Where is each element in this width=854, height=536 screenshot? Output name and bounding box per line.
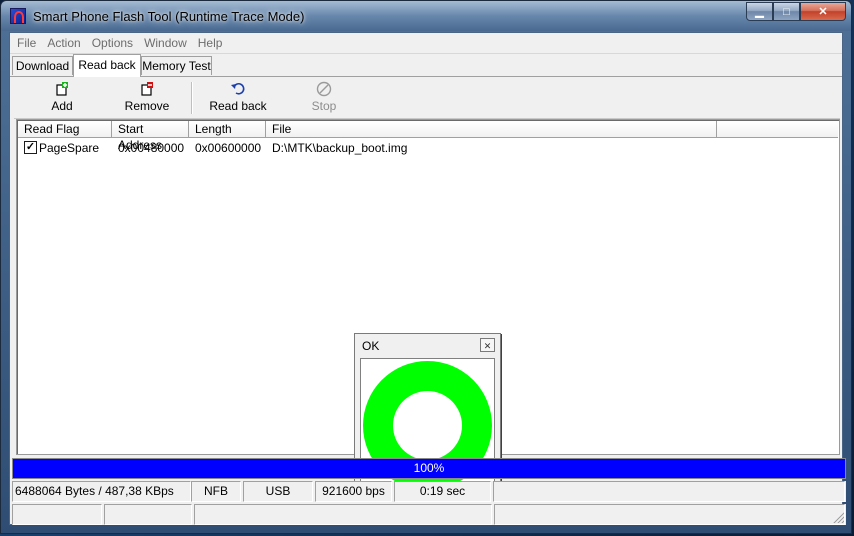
column-filler [717,121,838,137]
add-icon [54,81,70,97]
read-back-icon [230,81,246,97]
menu-file[interactable]: File [12,36,41,50]
remove-icon [139,81,155,97]
read-back-list[interactable]: Read Flag Start Address Length File ✓ Pa… [16,119,840,499]
cell-start-address: 0x00480000 [118,141,185,155]
status-time: 0:19 sec [394,481,491,502]
stop-button[interactable]: Stop [309,81,339,117]
menu-help[interactable]: Help [193,36,228,50]
read-flag-checkbox[interactable]: ✓ [24,141,37,154]
status-baud: 921600 bps [315,481,392,502]
resize-grip-icon[interactable] [832,511,844,523]
menu-bar: File Action Options Window Help [10,33,842,54]
close-button[interactable]: ✕ [800,2,846,21]
tab-strip: Download Read back Memory Test [10,54,842,77]
add-label: Add [51,99,73,113]
window-controls: ▁ □ ✕ [746,2,846,21]
column-file[interactable]: File [266,121,717,137]
column-read-flag[interactable]: Read Flag [18,121,112,137]
menu-action[interactable]: Action [42,36,85,50]
status-panel-4 [494,504,845,525]
app-window: Smart Phone Flash Tool (Runtime Trace Mo… [0,0,852,534]
menu-options[interactable]: Options [87,36,138,50]
stop-label: Stop [311,99,337,113]
window-title: Smart Phone Flash Tool (Runtime Trace Mo… [33,9,305,24]
toolbar: Add Remove Read back Stop [14,78,840,119]
cell-file: D:\MTK\backup_boot.img [272,141,408,155]
app-icon[interactable] [10,8,26,24]
read-back-label: Read back [209,99,267,113]
read-back-button[interactable]: Read back [208,81,268,117]
remove-button[interactable]: Remove [121,81,173,117]
dialog-close-button[interactable]: ✕ [480,338,495,352]
dialog-title: OK [362,339,380,353]
status-panel-3 [194,504,492,525]
maximize-button[interactable]: □ [773,2,800,21]
status-bar: 6488064 Bytes / 487,38 KBps NFB USB 9216… [12,481,846,502]
list-header: Read Flag Start Address Length File [18,121,838,152]
status-bytes: 6488064 Bytes / 487,38 KBps [12,481,191,502]
toolbar-separator [191,82,193,114]
table-row[interactable]: ✓ PageSpare 0x00480000 0x00600000 D:\MTK… [18,140,838,156]
status-bar-secondary [12,504,846,525]
progress-text: 100% [413,461,445,475]
tab-memory-test[interactable]: Memory Test [141,56,212,75]
add-button[interactable]: Add [42,81,82,117]
stop-icon [316,81,332,97]
title-bar[interactable]: Smart Phone Flash Tool (Runtime Trace Mo… [1,1,851,31]
status-panel-2 [104,504,192,525]
status-connection: USB [243,481,313,502]
remove-label: Remove [124,99,170,113]
cell-length: 0x00600000 [195,141,262,155]
status-storage: NFB [191,481,241,502]
progress-bar: 100% [12,458,846,479]
tab-read-back[interactable]: Read back [73,54,141,77]
cell-read-flag: PageSpare [39,141,100,155]
menu-window[interactable]: Window [139,36,192,50]
column-start-address[interactable]: Start Address [112,121,189,152]
status-panel-1 [12,504,102,525]
minimize-button[interactable]: ▁ [746,2,773,21]
status-filler [493,481,845,502]
column-length[interactable]: Length [189,121,266,137]
client-area: File Action Options Window Help Download… [9,32,846,525]
tab-download[interactable]: Download [12,56,73,75]
